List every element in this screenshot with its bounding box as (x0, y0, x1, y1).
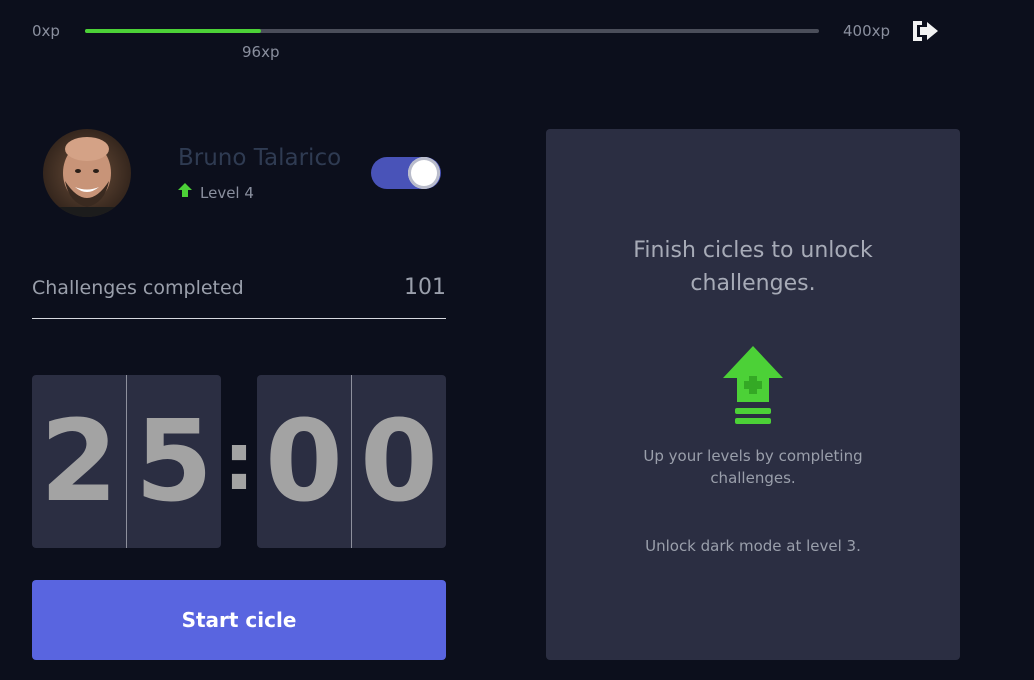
user-name: Bruno Talarico (178, 145, 342, 171)
toggle-knob (408, 157, 440, 189)
minute-digit-right: 5 (135, 396, 213, 527)
second-digit-right: 0 (360, 396, 438, 527)
dark-mode-toggle[interactable] (371, 157, 441, 189)
level-label: Level 4 (200, 184, 254, 202)
challenges-completed-label: Challenges completed (32, 277, 244, 299)
xp-max-label: 400xp (843, 22, 891, 40)
divider (32, 318, 446, 319)
panel-hint: Up your levels by completing challenges. (643, 447, 863, 487)
countdown-seconds: 0 0 (257, 375, 446, 548)
xp-min-label: 0xp (32, 22, 60, 40)
start-cicle-button[interactable]: Start cicle (32, 580, 446, 660)
minute-digit-left: 2 (40, 396, 118, 527)
avatar (43, 129, 131, 217)
digit-separator-line (351, 375, 352, 548)
xp-progress-bar (85, 29, 819, 33)
xp-current-label: 96xp (242, 43, 280, 61)
digit-separator-line (126, 375, 127, 548)
panel-title: Finish cicles to unlock challenges. (633, 238, 873, 296)
countdown-colon: : (223, 415, 255, 508)
challenges-completed-count: 101 (404, 275, 446, 300)
logout-icon[interactable] (910, 18, 942, 44)
second-digit-left: 0 (265, 396, 343, 527)
xp-progress-fill (85, 29, 262, 33)
level-up-arrow-icon (178, 183, 192, 197)
challenge-panel: Finish cicles to unlock challenges. Up y… (546, 129, 960, 660)
level-up-icon (723, 346, 783, 424)
page: 0xp 96xp 400xp Bruno Talarico Level 4 Ch… (0, 0, 1034, 680)
unlock-dark-mode-text: Unlock dark mode at level 3. (645, 537, 861, 555)
countdown-minutes: 2 5 (32, 375, 221, 548)
